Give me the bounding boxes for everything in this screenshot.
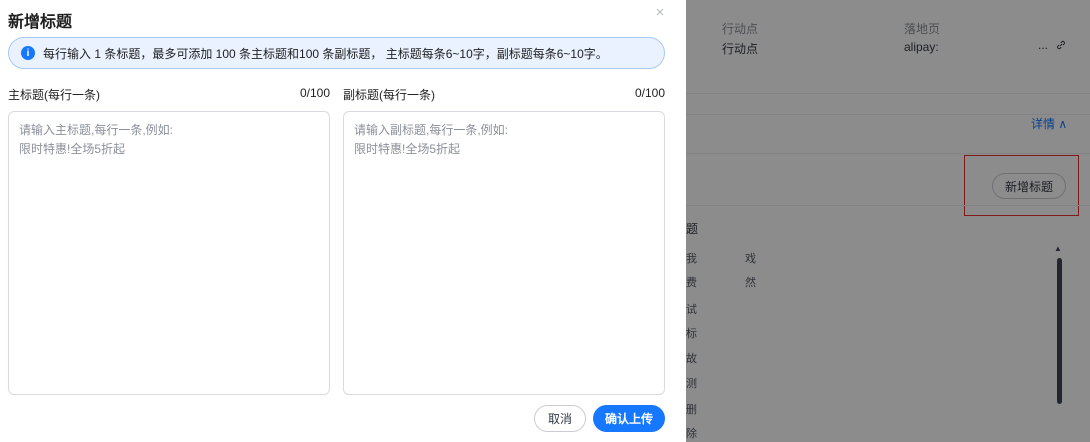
info-banner: i 每行输入 1 条标题，最多可添加 100 条主标题和100 条副标题， 主标… xyxy=(8,37,665,69)
cancel-button[interactable]: 取消 xyxy=(534,405,586,432)
sub-title-label: 副标题(每行一条) xyxy=(343,88,435,102)
confirm-upload-button[interactable]: 确认上传 xyxy=(593,405,665,432)
main-title-input[interactable] xyxy=(8,111,330,395)
info-text: 每行输入 1 条标题，最多可添加 100 条主标题和100 条副标题， 主标题每… xyxy=(43,46,608,61)
modal-title: 新增标题 xyxy=(8,14,73,31)
sub-title-input[interactable] xyxy=(343,111,665,395)
close-icon[interactable]: × xyxy=(652,4,668,21)
info-icon: i xyxy=(21,46,35,60)
add-title-modal: 新增标题 × i 每行输入 1 条标题，最多可添加 100 条主标题和100 条… xyxy=(0,0,686,442)
main-title-count: 0/100 xyxy=(299,86,330,100)
main-title-label: 主标题(每行一条) xyxy=(8,88,100,102)
sub-title-count: 0/100 xyxy=(634,86,665,100)
